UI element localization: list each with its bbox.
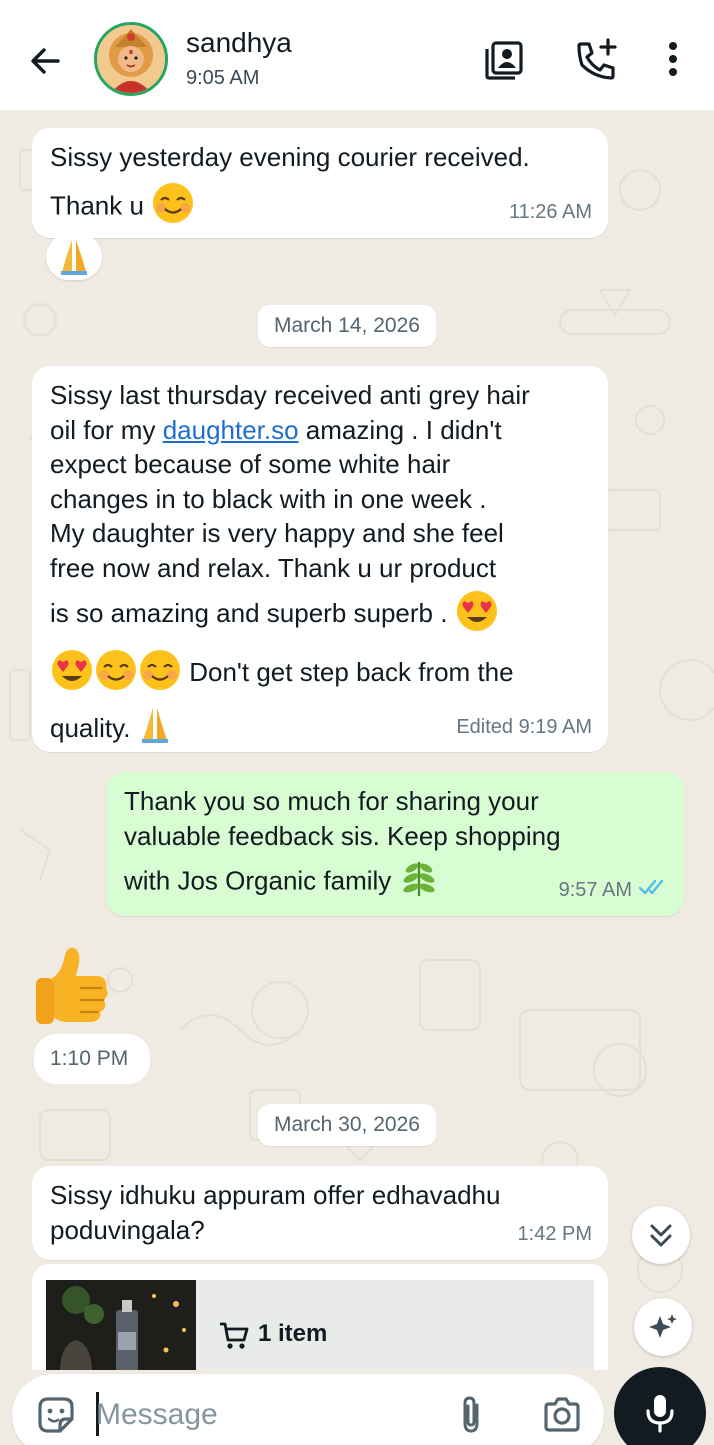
attach-icon[interactable] xyxy=(450,1393,494,1437)
cart-message[interactable]: 1 item xyxy=(32,1264,608,1370)
message-text: changes in to black with in one week . xyxy=(50,483,487,514)
add-call-icon[interactable] xyxy=(572,36,620,84)
herb-leaf-icon xyxy=(399,858,439,907)
message-text: poduvingala? xyxy=(50,1215,205,1245)
heart-eyes-icon xyxy=(455,589,499,642)
message-text: amazing . I didn't xyxy=(298,414,502,445)
message-time: Edited 9:19 AM xyxy=(456,715,592,738)
message-bubble-incoming[interactable]: Sissy idhuku appuram offer edhavadhu pod… xyxy=(32,1166,608,1260)
chat-header: sandhya 9:05 AM xyxy=(0,0,714,110)
mic-icon xyxy=(640,1391,680,1440)
scroll-down-icon[interactable] xyxy=(632,1206,690,1264)
read-double-tick-icon xyxy=(638,871,670,906)
sticker-icon[interactable] xyxy=(34,1393,78,1437)
message-text: Sissy last thursday received anti grey h… xyxy=(50,380,530,410)
message-text: Thank you so much for sharing your xyxy=(124,786,539,816)
smiling-face-icon xyxy=(138,648,182,701)
message-bubble-outgoing[interactable]: Thank you so much for sharing your valua… xyxy=(106,772,684,916)
mic-button[interactable] xyxy=(614,1367,706,1445)
message-text: valuable feedback sis. Keep shopping xyxy=(124,821,561,851)
message-text: Sissy idhuku appuram offer edhavadhu xyxy=(50,1180,501,1210)
message-time: 11:26 AM xyxy=(508,201,592,223)
back-arrow-icon[interactable] xyxy=(22,38,68,84)
message-text: expect because of some white hair xyxy=(50,449,451,479)
camera-icon[interactable] xyxy=(540,1393,584,1437)
smiling-face-icon xyxy=(151,181,195,234)
chat-area[interactable]: Sissy yesterday evening courier received… xyxy=(0,110,714,1370)
message-text: with Jos Organic family xyxy=(124,865,399,896)
smiling-face-icon xyxy=(94,648,138,701)
message-bubble-incoming[interactable]: Sissy yesterday evening courier received… xyxy=(32,128,608,238)
folded-hands-icon xyxy=(138,706,172,755)
product-image xyxy=(46,1280,196,1370)
message-bubble-incoming[interactable]: Sissy last thursday received anti grey h… xyxy=(32,366,608,752)
message-time: 9:57 AM xyxy=(558,879,632,901)
last-seen-time: 9:05 AM xyxy=(186,67,260,89)
message-input[interactable] xyxy=(96,1393,426,1437)
message-link[interactable]: daughter.so xyxy=(163,415,299,445)
cart-summary[interactable]: 1 item xyxy=(196,1280,594,1370)
message-time: 1:42 PM xyxy=(517,1223,592,1245)
message-text: quality. xyxy=(50,713,131,744)
avatar[interactable] xyxy=(94,22,168,96)
message-composer[interactable] xyxy=(12,1374,604,1445)
message-text: oil for my xyxy=(50,414,163,445)
contact-card-icon[interactable] xyxy=(481,36,529,84)
contact-name[interactable]: sandhya xyxy=(186,27,292,59)
heart-eyes-icon xyxy=(50,648,94,701)
ai-sparkle-icon[interactable] xyxy=(634,1298,692,1356)
message-time: 1:10 PM xyxy=(34,1034,150,1084)
cart-item-count: 1 item xyxy=(258,1320,328,1347)
more-vert-icon[interactable] xyxy=(650,36,698,84)
message-text: free now and relax. Thank u ur product xyxy=(50,552,497,583)
message-text: Sissy yesterday evening courier received… xyxy=(50,142,530,172)
date-separator: March 30, 2026 xyxy=(258,1104,436,1146)
message-text: Thank u xyxy=(50,190,144,221)
thumbs-up-icon[interactable] xyxy=(30,938,114,1028)
cart-icon xyxy=(218,1320,250,1357)
date-separator: March 14, 2026 xyxy=(258,305,436,347)
message-text: Don't get step back from the xyxy=(189,656,514,687)
reaction-folded-hands-icon[interactable] xyxy=(46,234,102,280)
message-text: is so amazing and superb superb . xyxy=(50,598,455,629)
message-text: My daughter is very happy and she feel xyxy=(50,518,504,548)
